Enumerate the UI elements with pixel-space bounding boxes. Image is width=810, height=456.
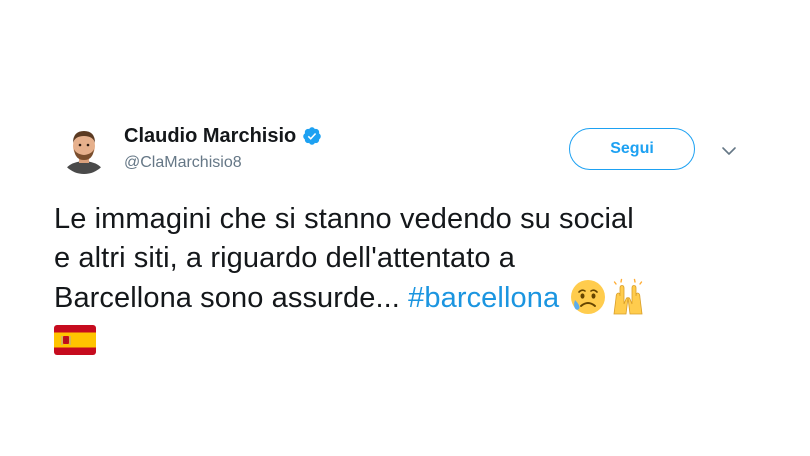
follow-button[interactable]: Segui [569,128,695,170]
hashtag-link[interactable]: #barcellona [408,282,559,314]
tweet-text: Le immagini che si stanno vedendo su soc… [54,200,774,318]
tweet-card: Claudio Marchisio @ClaMarchisio8 Segui L… [0,0,810,456]
tweet-text-line: Barcellona sono assurde... [54,282,409,314]
display-name[interactable]: Claudio Marchisio [124,124,296,148]
name-row: Claudio Marchisio [124,124,322,148]
tweet-text-line: Le immagini che si stanno vedendo su soc… [54,203,634,235]
chevron-down-icon[interactable] [720,142,738,160]
user-handle[interactable]: @ClaMarchisio8 [124,153,242,173]
profile-photo-icon [59,124,109,174]
tweet-text-line: e altri siti, a riguardo dell'attentato … [54,242,516,274]
raising-hands-icon [609,278,647,316]
sad-relieved-face-icon [569,278,607,316]
spain-flag-icon [54,325,96,355]
verified-badge-icon [302,126,322,146]
avatar[interactable] [59,124,109,174]
